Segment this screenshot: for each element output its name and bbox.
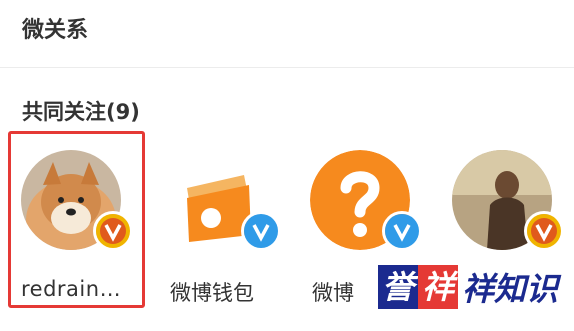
blue-v-badge-icon (241, 211, 281, 251)
section-title: 微关系 (22, 18, 89, 43)
user-name[interactable]: redrain… (21, 277, 151, 301)
divider (0, 67, 574, 68)
user-name[interactable]: 微博钱包 (170, 277, 300, 307)
watermark-logo: 誉 祥 祥知识 (378, 262, 558, 312)
blue-v-badge-icon (382, 211, 422, 251)
watermark-text: 祥知识 (462, 270, 559, 308)
orange-v-badge-icon (524, 211, 564, 251)
user-card-redrain[interactable]: redrain… (16, 150, 133, 310)
watermark-char-2: 祥 (418, 265, 459, 309)
orange-v-badge-icon (93, 211, 133, 251)
common-follow-title[interactable]: 共同关注(9) (22, 96, 140, 126)
watermark-char-1: 誉 (378, 265, 419, 309)
user-card-wallet[interactable]: 微博钱包 (164, 150, 281, 310)
